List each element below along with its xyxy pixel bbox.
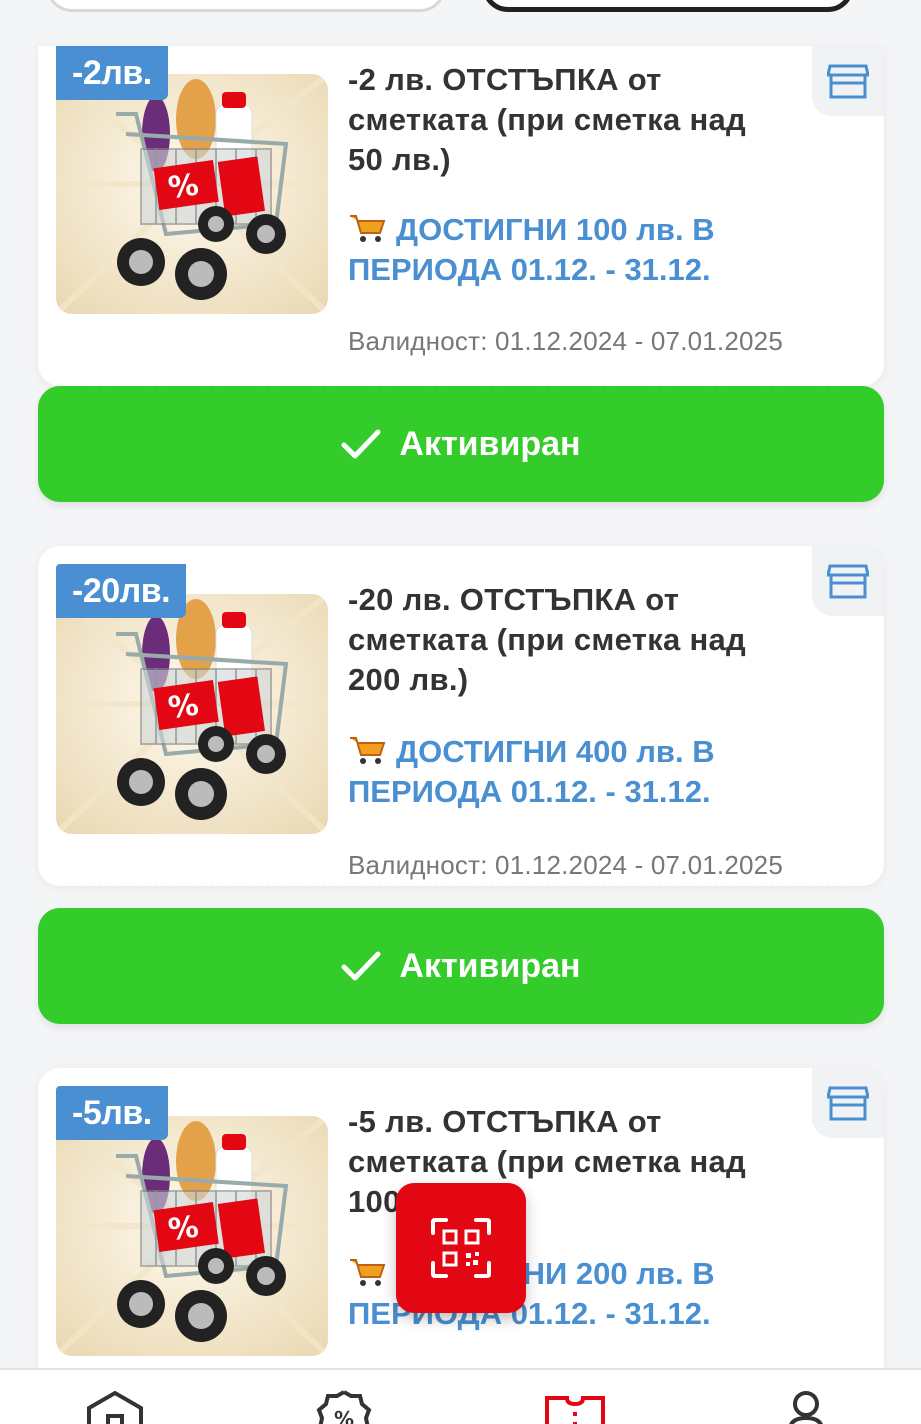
bottom-nav: % <box>0 1368 921 1424</box>
qr-scan-button[interactable] <box>396 1183 526 1313</box>
svg-text:%: % <box>166 687 201 726</box>
nav-coupons[interactable] <box>545 1390 605 1424</box>
shopping-cart-emoji-icon <box>350 737 386 764</box>
discount-badge: -2лв. <box>56 46 168 100</box>
nav-promotions[interactable]: % <box>314 1390 374 1424</box>
coupon-card: -2лв. % -2 лв. ОТСТЪПКА от сметката (при… <box>38 46 884 502</box>
store-icon <box>827 1086 869 1121</box>
activated-button[interactable]: Активиран <box>38 386 884 502</box>
coupon-body[interactable]: -20лв. % -20 лв. ОТСТЪПКА от сметката (п… <box>38 546 884 886</box>
activated-button-label: Активиран <box>399 946 581 985</box>
store-icon <box>827 64 869 99</box>
coupon-goal: ДОСТИГНИ 400 лв. В ПЕРИОДА 01.12. - 31.1… <box>348 732 808 812</box>
shopping-cart-illustration: % <box>56 74 328 314</box>
coupon-image: % <box>56 74 328 314</box>
svg-text:%: % <box>166 167 201 206</box>
discount-badge: -5лв. <box>56 1086 168 1140</box>
coupon-validity: Валидност: 01.12.2024 - 07.01.2025 <box>348 326 784 356</box>
coupon-image: % <box>56 594 328 834</box>
activated-button[interactable]: Активиран <box>38 908 884 1024</box>
check-icon <box>341 951 381 981</box>
store-button[interactable] <box>812 46 884 116</box>
coupon-validity: Валидност: 01.12.2024 - 07.01.2025 <box>348 850 784 880</box>
shopping-cart-emoji-icon <box>350 215 386 242</box>
store-button[interactable] <box>812 546 884 616</box>
coupon-goal-text: ДОСТИГНИ 400 лв. В ПЕРИОДА 01.12. - 31.1… <box>348 734 715 809</box>
discount-badge: -20лв. <box>56 564 187 618</box>
nav-profile[interactable] <box>776 1390 836 1424</box>
coupon-card: -20лв. % -20 лв. ОТСТЪПКА от сметката (п… <box>38 546 884 1024</box>
filter-pill-left[interactable] <box>46 0 446 12</box>
shopping-cart-illustration: % <box>56 1116 328 1356</box>
profile-icon <box>789 1391 823 1424</box>
coupon-goal-text: ДОСТИГНИ 100 лв. В ПЕРИОДА 01.12. - 31.1… <box>348 212 715 287</box>
shopping-cart-emoji-icon <box>350 1259 386 1286</box>
check-icon <box>341 429 381 459</box>
coupon-ticket-icon <box>545 1396 605 1424</box>
home-icon <box>87 1390 143 1424</box>
filter-pill-right[interactable] <box>482 0 854 12</box>
store-icon <box>827 564 869 599</box>
perforation <box>38 882 884 886</box>
coupon-title: -20 лв. ОТСТЪПКА от сметката (при сметка… <box>348 582 747 697</box>
coupon-image: % <box>56 1116 328 1356</box>
shopping-cart-illustration: % <box>56 594 328 834</box>
coupon-body[interactable]: -2лв. % -2 лв. ОТСТЪПКА от сметката (при… <box>38 46 884 386</box>
svg-text:%: % <box>334 1407 354 1424</box>
store-button[interactable] <box>812 1068 884 1138</box>
activated-button-label: Активиран <box>399 424 581 463</box>
top-controls <box>0 0 921 14</box>
nav-home[interactable] <box>85 1390 145 1424</box>
coupon-goal: ДОСТИГНИ 100 лв. В ПЕРИОДА 01.12. - 31.1… <box>348 210 808 290</box>
svg-text:%: % <box>166 1209 201 1248</box>
qr-scan-icon <box>431 1218 491 1278</box>
coupon-title: -2 лв. ОТСТЪПКА от сметката (при сметка … <box>348 62 747 177</box>
discount-badge-icon: % <box>316 1390 372 1424</box>
